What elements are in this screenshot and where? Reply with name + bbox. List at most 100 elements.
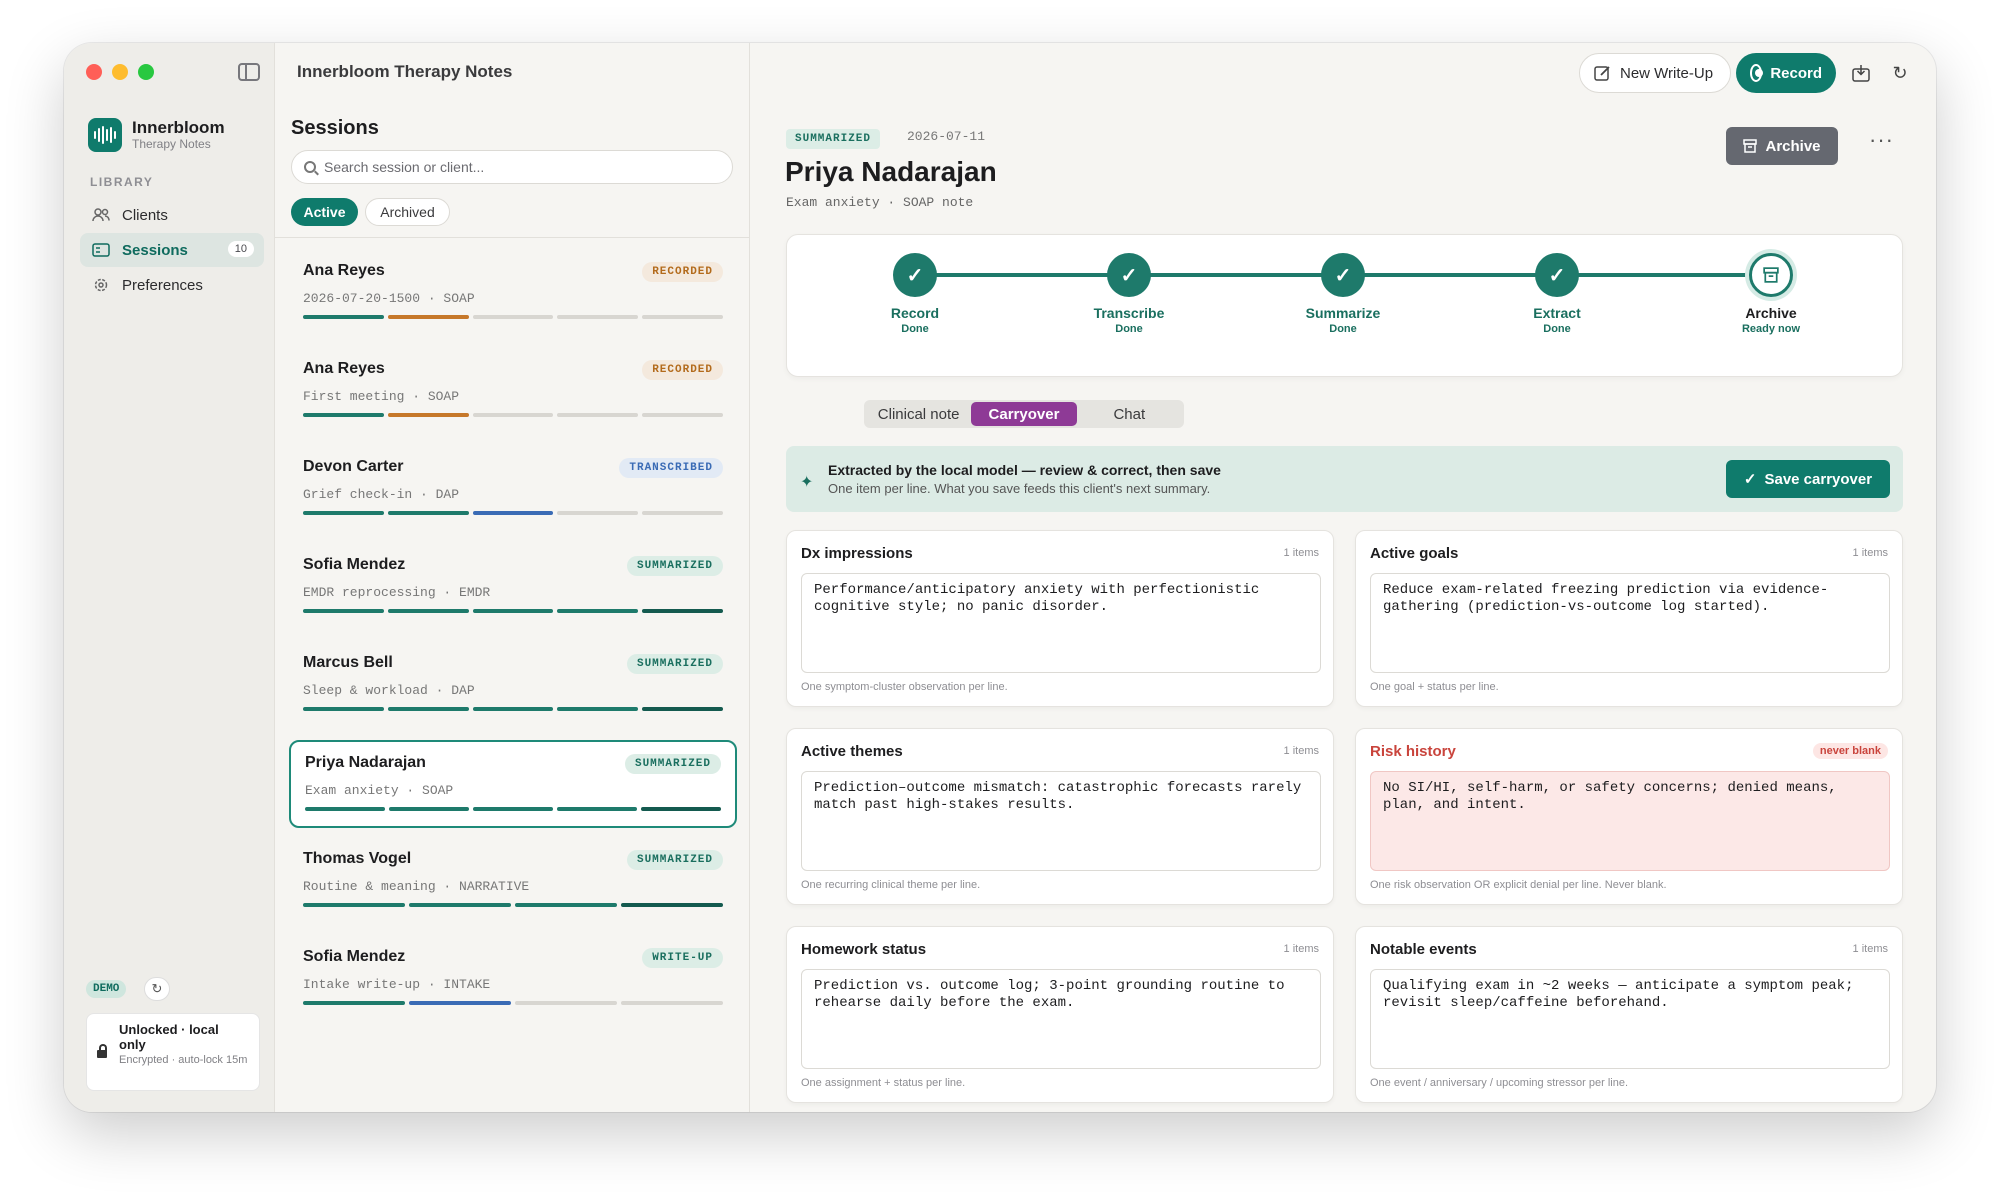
field-count: 1 items [1283, 547, 1319, 559]
save-carryover-button[interactable]: ✓ Save carryover [1726, 460, 1890, 498]
search-input[interactable]: Search session or client... [291, 150, 733, 184]
step-status: Ready now [1741, 323, 1801, 335]
minimize-window-button[interactable] [112, 64, 128, 80]
field-title: Dx impressions [801, 545, 913, 562]
app-window: Innerbloom Therapy Notes LIBRARY Clients… [64, 43, 1936, 1112]
field-title: Risk history [1370, 743, 1456, 760]
record-icon [1750, 64, 1764, 82]
session-card[interactable]: Devon Carter Grief check-in · DAP TRANSC… [289, 446, 737, 534]
session-detail: New Write-Up Record ↻ SUMMARIZED 2026-07… [751, 43, 1936, 1112]
filter-active[interactable]: Active [291, 198, 358, 226]
filter-archived[interactable]: Archived [365, 198, 450, 226]
field-textarea[interactable]: Reduce exam-related freezing prediction … [1370, 573, 1890, 673]
status-badge: SUMMARIZED [626, 850, 723, 870]
field-homework-status: Homework status 1 items Prediction vs. o… [786, 926, 1334, 1103]
new-writeup-label: New Write-Up [1620, 64, 1714, 82]
lock-status[interactable]: Unlocked · local only Encrypted · auto-l… [86, 1013, 260, 1091]
field-textarea[interactable]: Performance/anticipatory anxiety with pe… [801, 573, 1321, 673]
session-card[interactable]: Marcus Bell Sleep & workload · DAP SUMMA… [289, 642, 737, 730]
session-card[interactable]: Sofia Mendez Intake write-up · INTAKE WR… [289, 936, 737, 1024]
session-date: 2026-07-11 [907, 129, 986, 144]
session-type-subtitle: Exam anxiety · SOAP note [786, 195, 974, 210]
banner-subtitle: One item per line. What you save feeds t… [828, 481, 1211, 496]
sidebar-item-label: Preferences [122, 276, 203, 294]
field-count: 1 items [1283, 745, 1319, 757]
pipeline-step-extract: ✓ Extract Done [1477, 253, 1637, 335]
app-title: Innerbloom Therapy Notes [297, 62, 513, 81]
session-card-selected[interactable]: Priya Nadarajan Exam anxiety · SOAP SUMM… [289, 740, 737, 828]
gear-icon [92, 276, 110, 294]
sidebar-item-label: Clients [122, 206, 168, 224]
refresh-icon[interactable]: ↻ [144, 977, 170, 1001]
field-count: 1 items [1283, 943, 1319, 955]
divider [275, 237, 749, 238]
progress-bars [305, 807, 721, 811]
save-carryover-label: Save carryover [1764, 470, 1873, 488]
field-textarea[interactable]: Prediction vs. outcome log; 3-point grou… [801, 969, 1321, 1069]
zoom-window-button[interactable] [138, 64, 154, 80]
brand-subtitle: Therapy Notes [132, 137, 211, 151]
export-icon[interactable] [1843, 55, 1879, 91]
session-subtitle: Exam anxiety · SOAP [305, 783, 454, 798]
sessions-heading: Sessions [291, 117, 379, 139]
step-status: Done [1115, 323, 1143, 335]
sidebar-item-clients[interactable]: Clients [80, 198, 264, 232]
archive-label: Archive [1765, 137, 1821, 155]
sidebar: Innerbloom Therapy Notes LIBRARY Clients… [64, 43, 275, 1112]
session-subtitle: 2026-07-20-1500 · SOAP [303, 291, 475, 306]
detail-tabs: Clinical note Carryover Chat [864, 400, 1184, 428]
check-icon: ✓ [1743, 471, 1757, 488]
status-badge: SUMMARIZED [786, 129, 881, 149]
status-badge: SUMMARIZED [626, 654, 723, 674]
step-label: Summarize [1305, 305, 1381, 321]
sparkle-icon: ✦ [800, 474, 814, 491]
banner-title: Extracted by the local model — review & … [828, 462, 1221, 478]
session-card[interactable]: Thomas Vogel Routine & meaning · NARRATI… [289, 838, 737, 926]
sidebar-item-label: Sessions [122, 241, 188, 259]
more-options-icon[interactable]: ··· [1869, 127, 1894, 153]
check-icon: ✓ [1321, 253, 1365, 297]
field-textarea[interactable]: No SI/HI, self-harm, or safety concerns;… [1370, 771, 1890, 871]
sidebar-item-sessions[interactable]: Sessions 10 [80, 233, 264, 267]
pipeline-step-summarize: ✓ Summarize Done [1263, 253, 1423, 335]
sidebar-toggle-icon[interactable] [238, 63, 260, 81]
field-hint: One risk observation OR explicit denial … [1370, 879, 1667, 891]
pipeline-progress: ✓ Record Done ✓ Transcribe Done ✓ Summar… [786, 234, 1903, 377]
session-card[interactable]: Ana Reyes First meeting · SOAP RECORDED [289, 348, 737, 436]
archive-button[interactable]: Archive [1726, 127, 1838, 165]
tab-carryover[interactable]: Carryover [971, 402, 1077, 426]
status-badge: WRITE-UP [642, 948, 723, 968]
progress-bars [303, 707, 723, 711]
field-textarea[interactable]: Prediction–outcome mismatch: catastrophi… [801, 771, 1321, 871]
sessions-count-badge: 10 [227, 241, 254, 257]
progress-bars [303, 413, 723, 417]
session-subtitle: EMDR reprocessing · EMDR [303, 585, 491, 600]
sidebar-item-preferences[interactable]: Preferences [80, 268, 264, 302]
tab-clinical-note[interactable]: Clinical note [866, 402, 971, 426]
status-badge: TRANSCRIBED [619, 458, 723, 478]
check-icon: ✓ [893, 253, 937, 297]
session-card[interactable]: Ana Reyes 2026-07-20-1500 · SOAP RECORDE… [289, 250, 737, 338]
session-subtitle: Routine & meaning · NARRATIVE [303, 879, 530, 894]
session-card[interactable]: Sofia Mendez EMDR reprocessing · EMDR SU… [289, 544, 737, 632]
record-button[interactable]: Record [1736, 53, 1836, 93]
field-dx-impressions: Dx impressions 1 items Performance/antic… [786, 530, 1334, 707]
lock-title: Unlocked · local only [119, 1022, 219, 1052]
new-writeup-button[interactable]: New Write-Up [1579, 53, 1731, 93]
field-count: 1 items [1852, 943, 1888, 955]
field-textarea[interactable]: Qualifying exam in ~2 weeks — anticipate… [1370, 969, 1890, 1069]
progress-bars [303, 903, 723, 907]
check-icon: ✓ [1535, 253, 1579, 297]
progress-bars [303, 511, 723, 515]
tab-chat[interactable]: Chat [1077, 402, 1182, 426]
archive-step-icon [1749, 253, 1793, 297]
field-title: Active goals [1370, 545, 1459, 562]
session-list-pane: Innerbloom Therapy Notes Sessions Search… [275, 43, 750, 1112]
pipeline-step-archive[interactable]: Archive Ready now [1691, 253, 1851, 335]
field-hint: One goal + status per line. [1370, 681, 1499, 693]
progress-bars [303, 1001, 723, 1005]
archive-icon [1743, 139, 1758, 153]
reload-icon[interactable]: ↻ [1882, 55, 1918, 91]
close-window-button[interactable] [86, 64, 102, 80]
progress-bars [303, 609, 723, 613]
